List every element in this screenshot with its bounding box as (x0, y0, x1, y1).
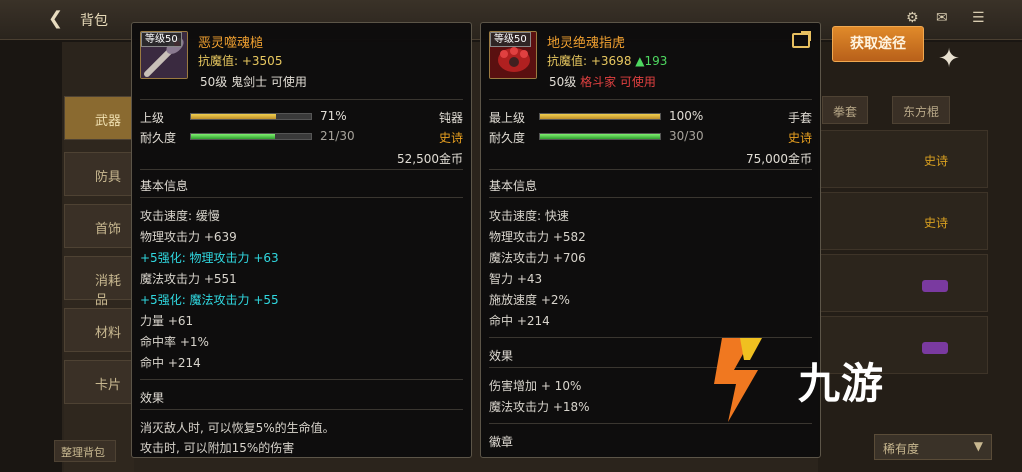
bag-title: 背包 (80, 13, 108, 29)
grade-bar-fill (540, 114, 660, 119)
durability-value: 30/30 (669, 129, 704, 143)
grade-bar-fill (191, 114, 277, 119)
divider (489, 197, 812, 198)
col-header-staff[interactable]: 东方棍 (892, 96, 951, 124)
hammer-icon: 等级50 (140, 31, 188, 79)
basic-info-title: 基本信息 (489, 179, 538, 193)
tab-armor[interactable]: 防具 (64, 152, 132, 196)
durability-label: 耐久度 (489, 131, 526, 145)
rarity-label: 史诗 (924, 216, 949, 230)
rarity-label: 史诗 (438, 131, 463, 145)
tab-accessory[interactable]: 首饰 (64, 204, 132, 248)
stat-line: 力量 +61 (140, 314, 194, 328)
knuckle-icon: 等级50 (489, 31, 537, 79)
effect-line: 魔法攻击力 +18% (489, 400, 590, 414)
durability-value: 21/30 (320, 129, 355, 143)
anti-magic-value: 抗魔值: +3505 (198, 54, 283, 68)
get-source-button[interactable]: 获取途径 (832, 26, 924, 62)
effect-line: 攻击时, 可以附加15%的伤害 (140, 441, 295, 455)
divider (140, 197, 463, 198)
divider (140, 169, 463, 170)
weapon-type: 钝器 (438, 111, 463, 125)
effect-title: 效果 (140, 391, 165, 405)
grade-percent: 100% (669, 109, 704, 123)
basic-info-title: 基本信息 (140, 179, 189, 193)
weapon-type: 手套 (787, 111, 812, 125)
durability-label: 耐久度 (140, 131, 177, 145)
stat-line: 魔法攻击力 +551 (140, 272, 237, 286)
tab-weapon[interactable]: 武器 (64, 96, 132, 140)
rarity-label: 史诗 (787, 131, 812, 145)
grade-label: 上级 (140, 111, 165, 125)
durability-bar-fill (191, 134, 275, 139)
sort-select-value: 稀有度 (883, 442, 920, 456)
close-icon[interactable]: ✦ (934, 44, 964, 74)
list-item[interactable] (818, 130, 988, 188)
settings-icon[interactable]: ⚙ (906, 10, 919, 26)
mail-icon[interactable]: ✉ (936, 10, 948, 26)
divider (140, 409, 463, 410)
share-icon[interactable] (792, 31, 811, 48)
divider (140, 379, 463, 380)
col-header-gauntlet[interactable]: 拳套 (822, 96, 869, 124)
back-arrow-icon[interactable]: ❮ (48, 8, 63, 29)
stat-line: 命中 +214 (140, 356, 201, 370)
durability-bar-fill (540, 134, 660, 139)
effect-title: 效果 (489, 349, 514, 363)
stat-line: 攻击速度: 缓慢 (140, 209, 220, 223)
item-name: 地灵绝魂指虎 (547, 36, 626, 51)
rarity-label: 史诗 (924, 154, 949, 168)
tab-consumable[interactable]: 消耗品 (64, 256, 132, 308)
effect-line: 伤害增加 + 10% (489, 379, 582, 393)
grade-bar (190, 113, 312, 120)
stat-line: 物理攻击力 +582 (489, 230, 586, 244)
durability-bar (539, 133, 661, 140)
level-tag: 等级50 (141, 32, 182, 47)
requirement-class: 格斗家 可使用 (580, 75, 656, 89)
stat-line: 攻击速度: 快速 (489, 209, 569, 223)
sort-bag-button[interactable]: 整理背包 (54, 440, 116, 462)
durability-bar (190, 133, 312, 140)
chevron-down-icon: ▼ (973, 439, 983, 453)
list-item[interactable] (818, 192, 988, 250)
stat-line: 命中 +214 (489, 314, 550, 328)
level-tag: 等级50 (490, 32, 531, 47)
list-item[interactable] (818, 254, 988, 312)
anti-magic-value: 抗魔值: +3698 ▲193 (547, 52, 667, 69)
stat-line: 魔法攻击力 +706 (489, 251, 586, 265)
item-tooltip-equipped: 等级50 恶灵噬魂槌 抗魔值: +3505 50级 鬼剑士 可使用 上级 71%… (131, 22, 472, 458)
price: 75,000金币 (746, 152, 812, 166)
stat-line-enhance: +5强化: 魔法攻击力 +55 (140, 293, 279, 307)
tab-card[interactable]: 卡片 (64, 360, 132, 404)
stat-line-enhance: +5强化: 物理攻击力 +63 (140, 251, 279, 265)
requirement-level: 50级 (549, 75, 581, 89)
sort-select[interactable]: 稀有度 ▼ (874, 434, 992, 460)
grade-percent: 71% (320, 109, 347, 123)
tab-material[interactable]: 材料 (64, 308, 132, 352)
stat-line: 施放速度 +2% (489, 293, 570, 307)
price: 52,500金币 (397, 152, 463, 166)
stat-line: 物理攻击力 +639 (140, 230, 237, 244)
effect-line: 消灭敌人时, 可以恢复5%的生命值。 (140, 421, 335, 435)
item-name: 恶灵噬魂槌 (198, 36, 264, 51)
menu-icon[interactable]: ☰ (972, 10, 985, 26)
watermark-text: 九游 (798, 359, 885, 408)
divider (140, 99, 463, 100)
anti-magic-increase: ▲193 (635, 54, 668, 68)
grade-bar (539, 113, 661, 120)
emblem-title: 徽章 (489, 435, 514, 449)
requirement-text: 50级 格斗家 可使用 (549, 73, 656, 90)
divider (489, 99, 812, 100)
stat-line: 命中率 +1% (140, 335, 209, 349)
stat-line: 智力 +43 (489, 272, 543, 286)
grade-label: 最上级 (489, 111, 526, 125)
anti-magic-text: 抗魔值: +3698 (547, 54, 636, 68)
divider (489, 169, 812, 170)
tag-badge (922, 280, 948, 292)
requirement-text: 50级 鬼剑士 可使用 (200, 75, 307, 89)
